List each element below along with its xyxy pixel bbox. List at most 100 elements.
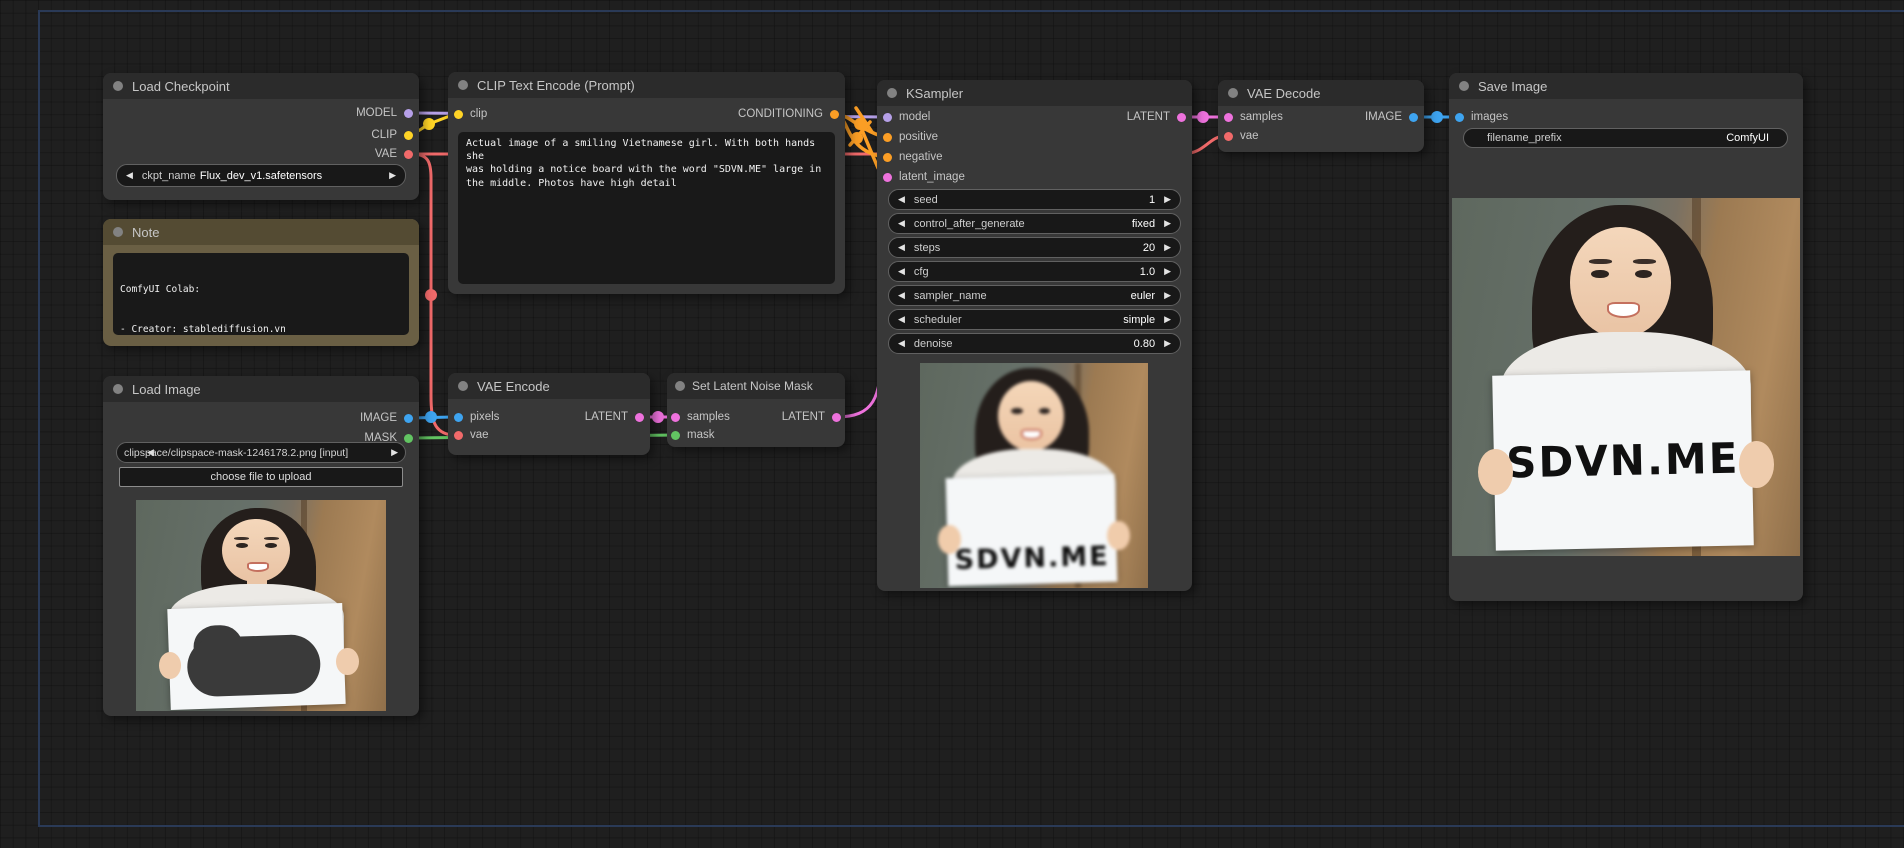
node-clip-text-encode[interactable]: CLIP Text Encode (Prompt) clip CONDITION… <box>448 72 845 294</box>
photo-scene <box>136 500 386 711</box>
node-status-dot <box>1459 81 1469 91</box>
left-arrow-icon[interactable]: ◀ <box>898 243 905 252</box>
reroute-dot-image[interactable] <box>425 411 437 423</box>
port-vae-input[interactable] <box>1224 131 1233 141</box>
node-titlebar[interactable]: Load Checkpoint <box>103 73 419 99</box>
node-titlebar[interactable]: Note <box>103 219 419 245</box>
node-ksampler[interactable]: KSampler model positive negative latent_… <box>877 80 1192 591</box>
port-vae-output[interactable] <box>404 149 413 159</box>
port-pixels-input[interactable] <box>454 412 463 422</box>
node-titlebar[interactable]: VAE Decode <box>1218 80 1424 106</box>
node-load-checkpoint[interactable]: Load Checkpoint MODEL CLIP VAE ◀ ckpt_na… <box>103 73 419 200</box>
node-titlebar[interactable]: Load Image <box>103 376 419 402</box>
right-arrow-icon[interactable]: ▶ <box>1164 267 1171 276</box>
widget-name: seed <box>913 193 938 206</box>
port-latent-output[interactable] <box>635 412 644 422</box>
node-title: Load Checkpoint <box>132 78 230 94</box>
choose-file-button[interactable]: choose file to upload <box>119 467 403 487</box>
port-positive-input[interactable] <box>883 132 892 142</box>
port-negative-input[interactable] <box>883 152 892 162</box>
brow <box>1632 258 1656 265</box>
comfyui-canvas[interactable]: Load Checkpoint MODEL CLIP VAE ◀ ckpt_na… <box>0 0 1904 848</box>
reroute-dot-image-2[interactable] <box>1431 111 1443 123</box>
denoise-widget[interactable]: ◀ denoise 0.80 ▶ <box>888 333 1181 354</box>
face <box>997 381 1064 451</box>
left-arrow-icon[interactable]: ◀ <box>126 171 133 180</box>
port-image-output[interactable] <box>404 413 413 423</box>
port-label: IMAGE <box>1364 111 1402 123</box>
note-line: - Creator: stablediffusion.vn <box>120 323 286 335</box>
board-text: SDVN.ME <box>1505 434 1740 489</box>
port-label: images <box>1471 111 1509 123</box>
port-vae-input[interactable] <box>454 430 463 440</box>
mouth <box>1021 429 1042 440</box>
reroute-dot-clip[interactable] <box>423 118 435 130</box>
reroute-dot-latent-2[interactable] <box>1197 111 1209 123</box>
right-arrow-icon[interactable]: ▶ <box>1164 291 1171 300</box>
right-arrow-icon[interactable]: ▶ <box>391 448 398 457</box>
port-latent-output[interactable] <box>832 412 841 422</box>
port-conditioning-output[interactable] <box>830 109 839 119</box>
reroute-dot-conditioning-1[interactable] <box>854 118 866 130</box>
right-arrow-icon[interactable]: ▶ <box>389 171 396 180</box>
prompt-text-area[interactable]: Actual image of a smiling Vietnamese gir… <box>458 132 835 284</box>
port-samples-input[interactable] <box>1224 112 1233 122</box>
reroute-dot-conditioning-2[interactable] <box>851 132 863 144</box>
right-arrow-icon[interactable]: ▶ <box>1164 195 1171 204</box>
port-image-output[interactable] <box>1409 112 1418 122</box>
node-title: Save Image <box>1478 78 1548 94</box>
right-arrow-icon[interactable]: ▶ <box>1164 315 1171 324</box>
node-vae-encode[interactable]: VAE Encode pixels vae LATENT <box>448 373 650 455</box>
node-save-image[interactable]: Save Image images filename_prefix ComfyU… <box>1449 73 1803 601</box>
right-arrow-icon[interactable]: ▶ <box>1164 243 1171 252</box>
widget-name: filename_prefix <box>1487 132 1562 144</box>
seed-widget[interactable]: ◀ seed 1 ▶ <box>888 189 1181 210</box>
port-label: vae <box>470 429 489 441</box>
port-samples-input[interactable] <box>671 412 680 422</box>
port-label: LATENT <box>781 411 825 423</box>
widget-value: 20 <box>1142 241 1156 254</box>
port-mask-input[interactable] <box>671 430 680 440</box>
left-arrow-icon[interactable]: ◀ <box>898 339 905 348</box>
node-load-image[interactable]: Load Image IMAGE MASK ◀ clipspace/clipsp… <box>103 376 419 716</box>
node-titlebar[interactable]: Save Image <box>1449 73 1803 99</box>
port-model-output[interactable] <box>404 108 413 118</box>
reroute-dot-vae[interactable] <box>425 289 437 301</box>
control-after-generate-widget[interactable]: ◀ control_after_generate fixed ▶ <box>888 213 1181 234</box>
port-images-input[interactable] <box>1455 112 1464 122</box>
port-latent-output[interactable] <box>1177 112 1186 122</box>
left-arrow-icon[interactable]: ◀ <box>898 195 905 204</box>
cfg-widget[interactable]: ◀ cfg 1.0 ▶ <box>888 261 1181 282</box>
node-titlebar[interactable]: KSampler <box>877 80 1192 106</box>
filename-prefix-widget[interactable]: filename_prefix ComfyUI <box>1463 128 1788 148</box>
widget-name: cfg <box>913 265 929 278</box>
port-mask-output[interactable] <box>404 433 413 443</box>
note-text-area[interactable]: ComfyUI Colab: - Creator: stablediffusio… <box>113 253 409 335</box>
node-titlebar[interactable]: CLIP Text Encode (Prompt) <box>448 72 845 98</box>
node-status-dot <box>113 227 123 237</box>
left-arrow-icon[interactable]: ◀ <box>898 219 905 228</box>
node-set-latent-noise-mask[interactable]: Set Latent Noise Mask samples mask LATEN… <box>667 373 845 447</box>
node-titlebar[interactable]: VAE Encode <box>448 373 650 399</box>
node-title: Note <box>132 224 160 240</box>
port-model-input[interactable] <box>883 112 892 122</box>
right-arrow-icon[interactable]: ▶ <box>1164 339 1171 348</box>
mask-blob <box>185 633 321 698</box>
scheduler-widget[interactable]: ◀ scheduler simple ▶ <box>888 309 1181 330</box>
steps-widget[interactable]: ◀ steps 20 ▶ <box>888 237 1181 258</box>
left-arrow-icon[interactable]: ◀ <box>898 267 905 276</box>
node-note[interactable]: Note ComfyUI Colab: - Creator: stabledif… <box>103 219 419 346</box>
right-arrow-icon[interactable]: ▶ <box>1164 219 1171 228</box>
node-titlebar[interactable]: Set Latent Noise Mask <box>667 373 845 399</box>
reroute-dot-latent-1[interactable] <box>652 411 664 423</box>
left-arrow-icon[interactable]: ◀ <box>898 291 905 300</box>
port-clip-input[interactable] <box>454 109 463 119</box>
left-arrow-icon[interactable]: ◀ <box>898 315 905 324</box>
sampler-name-widget[interactable]: ◀ sampler_name euler ▶ <box>888 285 1181 306</box>
port-clip-output[interactable] <box>404 130 413 140</box>
ckpt-name-widget[interactable]: ◀ ckpt_name Flux_dev_v1.safetensors ▶ <box>116 164 406 187</box>
port-latent-image-input[interactable] <box>883 172 892 182</box>
image-file-combo[interactable]: ◀ clipspace/clipspace-mask-1246178.2.png… <box>116 442 406 463</box>
node-vae-decode[interactable]: VAE Decode samples vae IMAGE <box>1218 80 1424 152</box>
widget-value: 1.0 <box>1139 265 1156 278</box>
